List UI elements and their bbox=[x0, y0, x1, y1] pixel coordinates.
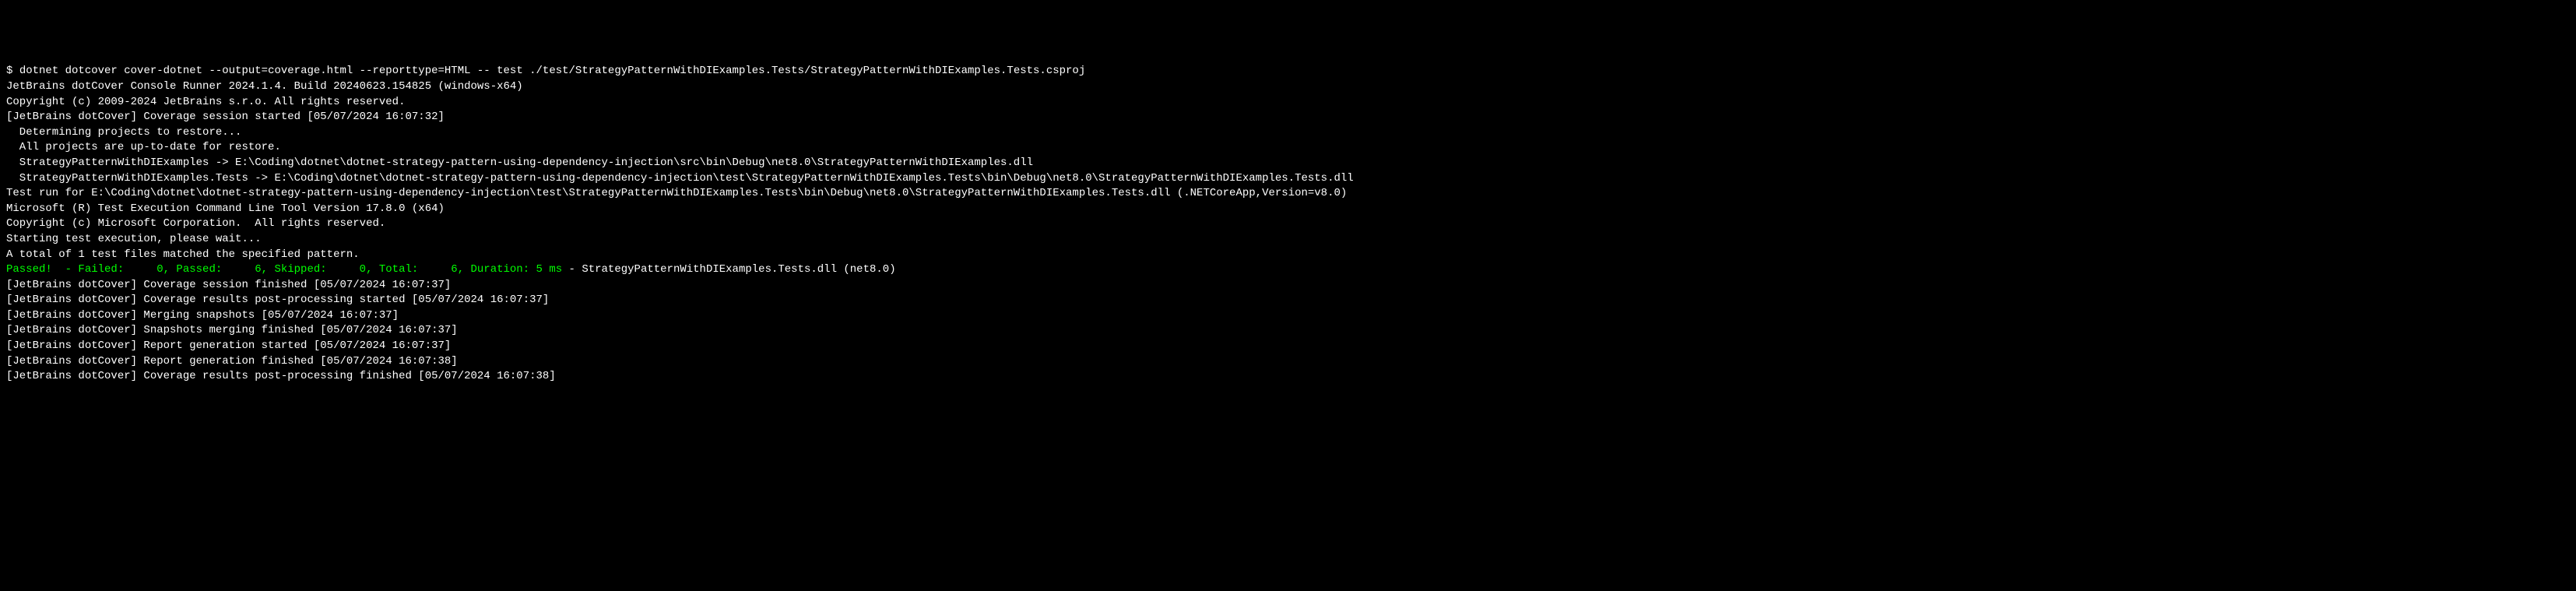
command-line: $ dotnet dotcover cover-dotnet --output=… bbox=[6, 64, 2570, 79]
output-line: [JetBrains dotCover] Coverage results po… bbox=[6, 293, 2570, 308]
output-line: All projects are up-to-date for restore. bbox=[6, 140, 2570, 156]
output-line: [JetBrains dotCover] Report generation f… bbox=[6, 354, 2570, 370]
output-line: Test run for E:\Coding\dotnet\dotnet-str… bbox=[6, 186, 2570, 202]
shell-prompt: $ bbox=[6, 65, 19, 77]
terminal-output: $ dotnet dotcover cover-dotnet --output=… bbox=[6, 64, 2570, 384]
test-summary-line: Passed! - Failed: 0, Passed: 6, Skipped:… bbox=[6, 262, 2570, 278]
output-line: JetBrains dotCover Console Runner 2024.1… bbox=[6, 79, 2570, 95]
output-line: [JetBrains dotCover] Snapshots merging f… bbox=[6, 323, 2570, 339]
output-line: StrategyPatternWithDIExamples -> E:\Codi… bbox=[6, 156, 2570, 171]
output-line: Copyright (c) Microsoft Corporation. All… bbox=[6, 216, 2570, 232]
output-line: Starting test execution, please wait... bbox=[6, 232, 2570, 248]
command-text: dotnet dotcover cover-dotnet --output=co… bbox=[19, 65, 1085, 77]
output-line: [JetBrains dotCover] Coverage results po… bbox=[6, 369, 2570, 385]
output-line: Copyright (c) 2009-2024 JetBrains s.r.o.… bbox=[6, 95, 2570, 111]
output-line: A total of 1 test files matched the spec… bbox=[6, 248, 2570, 263]
output-line: [JetBrains dotCover] Merging snapshots [… bbox=[6, 308, 2570, 324]
output-line: Microsoft (R) Test Execution Command Lin… bbox=[6, 202, 2570, 217]
output-line: [JetBrains dotCover] Coverage session fi… bbox=[6, 278, 2570, 294]
output-line: [JetBrains dotCover] Coverage session st… bbox=[6, 110, 2570, 125]
output-line: [JetBrains dotCover] Report generation s… bbox=[6, 339, 2570, 354]
test-summary-passed: Passed! - Failed: 0, Passed: 6, Skipped:… bbox=[6, 263, 562, 276]
output-line: Determining projects to restore... bbox=[6, 125, 2570, 141]
output-line: StrategyPatternWithDIExamples.Tests -> E… bbox=[6, 171, 2570, 187]
test-summary-dll: - StrategyPatternWithDIExamples.Tests.dl… bbox=[562, 263, 895, 276]
